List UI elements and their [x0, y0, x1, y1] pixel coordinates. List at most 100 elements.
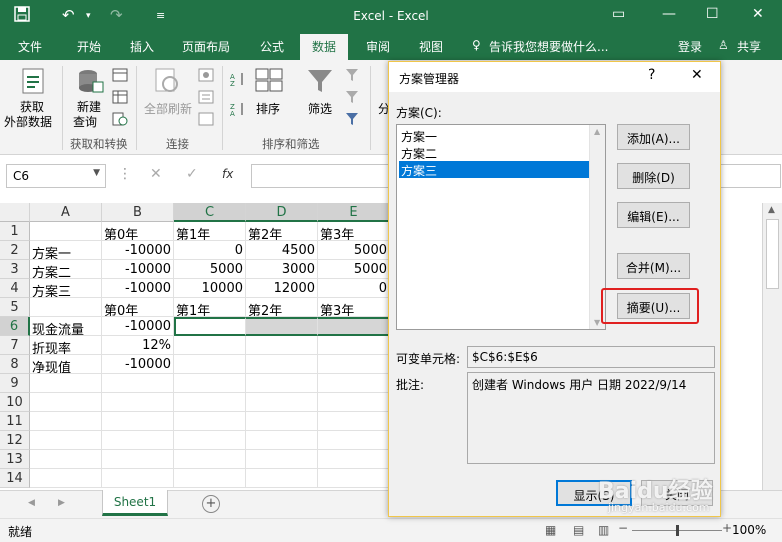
cell-c4[interactable]: 10000	[174, 279, 246, 298]
col-header-e[interactable]: E	[318, 203, 390, 222]
tab-view[interactable]: 视图	[419, 38, 443, 55]
row-header[interactable]: 9	[0, 374, 30, 393]
cell-b13[interactable]	[102, 450, 174, 469]
cell-d8[interactable]	[246, 355, 318, 374]
share-button[interactable]: 共享	[737, 38, 761, 55]
cell-b3[interactable]: -10000	[102, 260, 174, 279]
cell-a7[interactable]: 折现率	[30, 336, 102, 355]
row-header[interactable]: 11	[0, 412, 30, 431]
tab-insert[interactable]: 插入	[130, 38, 154, 55]
cell-a10[interactable]	[30, 393, 102, 412]
scenarios-list[interactable]: 方案一 方案二 方案三 ▲ ▼	[396, 124, 606, 330]
properties-icon[interactable]	[198, 90, 214, 104]
filter-label[interactable]: 筛选	[308, 100, 332, 117]
sort-label[interactable]: 排序	[256, 100, 280, 117]
cell-b11[interactable]	[102, 412, 174, 431]
tab-home[interactable]: 开始	[77, 38, 101, 55]
cell-e10[interactable]	[318, 393, 390, 412]
cell-a13[interactable]	[30, 450, 102, 469]
cell-c12[interactable]	[174, 431, 246, 450]
clear-filter-icon[interactable]	[345, 68, 361, 82]
help-icon[interactable]: ?	[648, 67, 655, 83]
cell-a14[interactable]	[30, 469, 102, 488]
cell-a12[interactable]	[30, 431, 102, 450]
col-header-c[interactable]: C	[174, 203, 246, 222]
cell-a8[interactable]: 净现值	[30, 355, 102, 374]
zoom-slider-thumb[interactable]	[676, 525, 679, 536]
cell-b1[interactable]: 第0年	[102, 222, 174, 241]
sort-icon[interactable]	[254, 66, 284, 96]
cell-d7[interactable]	[246, 336, 318, 355]
cell-c7[interactable]	[174, 336, 246, 355]
cell-e4[interactable]: 0	[318, 279, 390, 298]
cell-e5[interactable]: 第3年	[318, 298, 390, 317]
tab-file[interactable]: 文件	[18, 38, 42, 55]
sort-descending-icon[interactable]: ZA	[230, 102, 246, 116]
cell-c1[interactable]: 第1年	[174, 222, 246, 241]
tab-page-layout[interactable]: 页面布局	[182, 38, 230, 55]
show-queries-icon[interactable]	[112, 68, 128, 82]
cell-b12[interactable]	[102, 431, 174, 450]
zoom-level[interactable]: 100%	[732, 523, 766, 537]
next-sheet-icon[interactable]: ▶	[58, 498, 65, 508]
cell-c8[interactable]	[174, 355, 246, 374]
cell-c14[interactable]	[174, 469, 246, 488]
cell-b10[interactable]	[102, 393, 174, 412]
chevron-down-icon[interactable]: ▼	[93, 168, 100, 178]
add-sheet-button[interactable]: +	[202, 495, 220, 513]
cell-d12[interactable]	[246, 431, 318, 450]
row-header[interactable]: 5	[0, 298, 30, 317]
minimize-icon[interactable]: —	[662, 6, 676, 22]
cell-c2[interactable]: 0	[174, 241, 246, 260]
cell-a3[interactable]: 方案二	[30, 260, 102, 279]
refresh-all-icon[interactable]	[152, 66, 182, 96]
prev-sheet-icon[interactable]: ◀	[28, 498, 35, 508]
cell-b9[interactable]	[102, 374, 174, 393]
filter-icon[interactable]	[305, 66, 335, 96]
edit-button[interactable]: 编辑(E)...	[617, 202, 690, 228]
new-query-label-2[interactable]: 查询	[73, 113, 97, 130]
select-all[interactable]	[0, 203, 30, 222]
cell-c3[interactable]: 5000	[174, 260, 246, 279]
cell-c5[interactable]: 第1年	[174, 298, 246, 317]
enter-icon[interactable]: ✓	[186, 166, 198, 182]
row-header[interactable]: 1	[0, 222, 30, 241]
list-item[interactable]: 方案一	[399, 127, 589, 144]
tell-me-search[interactable]: 告诉我您想要做什么...	[489, 38, 608, 55]
cell-e2[interactable]: 5000	[318, 241, 390, 260]
vertical-scrollbar[interactable]: ▲	[762, 203, 782, 490]
page-break-view-icon[interactable]: ▥	[598, 523, 609, 537]
col-header-b[interactable]: B	[102, 203, 174, 222]
cell-a9[interactable]	[30, 374, 102, 393]
advanced-filter-icon[interactable]	[345, 112, 361, 126]
connections-icon[interactable]	[198, 68, 214, 82]
cell-b8[interactable]: -10000	[102, 355, 174, 374]
cell-d2[interactable]: 4500	[246, 241, 318, 260]
close-icon[interactable]: ✕	[752, 6, 764, 22]
row-header[interactable]: 14	[0, 469, 30, 488]
cell-a1[interactable]	[30, 222, 102, 241]
cell-a4[interactable]: 方案三	[30, 279, 102, 298]
cell-b4[interactable]: -10000	[102, 279, 174, 298]
zoom-out-icon[interactable]: −	[618, 521, 628, 535]
cell-d9[interactable]	[246, 374, 318, 393]
cell-c10[interactable]	[174, 393, 246, 412]
scroll-down-icon[interactable]: ▼	[594, 318, 600, 327]
name-box[interactable]: C6 ▼	[6, 164, 106, 188]
cell-d3[interactable]: 3000	[246, 260, 318, 279]
new-query-icon[interactable]	[75, 66, 105, 96]
cell-d13[interactable]	[246, 450, 318, 469]
row-header[interactable]: 7	[0, 336, 30, 355]
cell-d11[interactable]	[246, 412, 318, 431]
cell-e14[interactable]	[318, 469, 390, 488]
cell-a5[interactable]	[30, 298, 102, 317]
recent-sources-icon[interactable]	[112, 112, 128, 126]
cell-e12[interactable]	[318, 431, 390, 450]
cell-d10[interactable]	[246, 393, 318, 412]
reapply-icon[interactable]	[345, 90, 361, 104]
maximize-icon[interactable]: ☐	[706, 6, 719, 22]
cell-b2[interactable]: -10000	[102, 241, 174, 260]
page-layout-view-icon[interactable]: ▤	[573, 523, 584, 537]
row-header[interactable]: 10	[0, 393, 30, 412]
cell-d4[interactable]: 12000	[246, 279, 318, 298]
